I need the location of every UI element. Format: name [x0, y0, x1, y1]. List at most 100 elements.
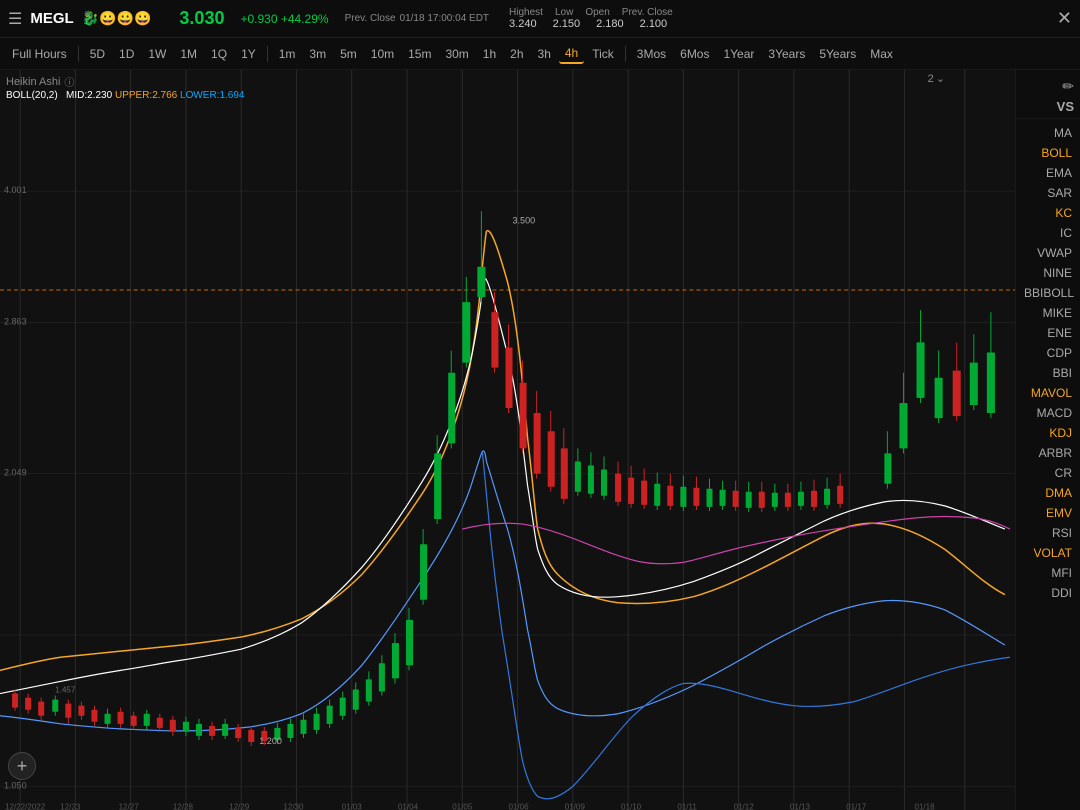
sidebar-item-ic[interactable]: IC: [1016, 223, 1080, 243]
toolbar: Full Hours 5D 1D 1W 1M 1Q 1Y 1m 3m 5m 10…: [0, 38, 1080, 70]
range-3years[interactable]: 3Years: [762, 45, 811, 63]
menu-icon[interactable]: ☰: [8, 9, 22, 29]
period-5d[interactable]: 5D: [84, 45, 111, 63]
interval-10m[interactable]: 10m: [365, 45, 400, 63]
svg-text:3.500: 3.500: [513, 215, 536, 225]
svg-text:12/29: 12/29: [229, 803, 250, 810]
svg-text:01/18: 01/18: [915, 803, 936, 810]
sidebar-item-rsi[interactable]: RSI: [1016, 523, 1080, 543]
sidebar-item-ma[interactable]: MA: [1016, 123, 1080, 143]
boll-indicator-label: BOLL(20,2): [6, 90, 63, 101]
ticker-emoji: 🐉😀😀😀: [82, 10, 152, 27]
add-chart-button[interactable]: +: [8, 752, 36, 780]
sidebar-item-ema[interactable]: EMA: [1016, 163, 1080, 183]
info-icon[interactable]: ⓘ: [64, 74, 74, 89]
sidebar-item-emv[interactable]: EMV: [1016, 503, 1080, 523]
price-change: +0.930 +44.29%: [240, 12, 328, 26]
svg-text:1.200: 1.200: [259, 736, 282, 746]
svg-text:01/05: 01/05: [452, 803, 473, 810]
interval-30m[interactable]: 30m: [439, 45, 474, 63]
main: Heikin Ashi ⓘ BOLL(20,2) MID:2.230 UPPER…: [0, 70, 1080, 810]
indicator-label: Heikin Ashi ⓘ: [6, 74, 74, 89]
svg-text:01/06: 01/06: [509, 803, 530, 810]
interval-2h[interactable]: 2h: [504, 45, 529, 63]
chart-area[interactable]: 4.001 2.863 2.049 1.050 3.500 1.200 1.45…: [0, 70, 1015, 810]
ticker-symbol: MEGL: [30, 10, 73, 27]
interval-tick[interactable]: Tick: [586, 45, 620, 63]
interval-3m[interactable]: 3m: [303, 45, 332, 63]
svg-text:4.001: 4.001: [4, 185, 27, 195]
interval-3h[interactable]: 3h: [532, 45, 557, 63]
range-1year[interactable]: 1Year: [717, 45, 760, 63]
sidebar-item-ddi[interactable]: DDI: [1016, 583, 1080, 603]
sidebar-item-cdp[interactable]: CDP: [1016, 343, 1080, 363]
svg-text:01/12: 01/12: [734, 803, 755, 810]
period-1y[interactable]: 1Y: [235, 45, 262, 63]
sidebar-item-volat[interactable]: VOLAT: [1016, 543, 1080, 563]
divider-1: [78, 46, 79, 62]
interval-15m[interactable]: 15m: [402, 45, 437, 63]
interval-5m[interactable]: 5m: [334, 45, 363, 63]
sidebar-item-bbiboll[interactable]: BBIBOLL: [1016, 283, 1080, 303]
header-left: ☰ MEGL 🐉😀😀😀 3.030 +0.930 +44.29% Prev. C…: [8, 7, 673, 30]
interval-1m[interactable]: 1m: [273, 45, 302, 63]
prev-close-time: 01/18 17:00:04 EDT: [400, 13, 490, 24]
svg-text:12/23: 12/23: [60, 803, 81, 810]
scale-button[interactable]: 2 ⌄: [928, 72, 945, 85]
sidebar-item-arbr[interactable]: ARBR: [1016, 443, 1080, 463]
right-sidebar: ✏ VS MA BOLL EMA SAR KC IC VWAP NINE BBI…: [1015, 70, 1080, 810]
close-icon[interactable]: ✕: [1057, 8, 1072, 29]
low-val: 2.150: [553, 18, 581, 30]
svg-text:01/10: 01/10: [621, 803, 642, 810]
svg-text:1.050: 1.050: [4, 780, 27, 790]
sidebar-item-mfi[interactable]: MFI: [1016, 563, 1080, 583]
svg-text:12/22/2022: 12/22/2022: [5, 803, 46, 810]
open-val: 2.180: [596, 18, 624, 30]
sidebar-item-boll[interactable]: BOLL: [1016, 143, 1080, 163]
divider-2: [267, 46, 268, 62]
range-6mos[interactable]: 6Mos: [674, 45, 715, 63]
highest-val: 3.240: [509, 18, 537, 30]
interval-4h[interactable]: 4h: [559, 44, 584, 64]
interval-1h[interactable]: 1h: [477, 45, 502, 63]
sidebar-item-kc[interactable]: KC: [1016, 203, 1080, 223]
period-1d[interactable]: 1D: [113, 45, 140, 63]
prev-close-label: Prev. Close: [345, 13, 396, 24]
heikin-ashi-label: Heikin Ashi: [6, 76, 60, 88]
sidebar-item-vwap[interactable]: VWAP: [1016, 243, 1080, 263]
svg-text:12/28: 12/28: [173, 803, 194, 810]
boll-mid-val: MID:2.230: [66, 90, 112, 101]
prev-close-info: Prev. Close 01/18 17:00:04 EDT: [345, 13, 489, 24]
range-3mos[interactable]: 3Mos: [631, 45, 672, 63]
svg-text:1.457: 1.457: [55, 686, 76, 695]
sidebar-item-macd[interactable]: MACD: [1016, 403, 1080, 423]
svg-text:2.863: 2.863: [4, 316, 27, 326]
sidebar-item-cr[interactable]: CR: [1016, 463, 1080, 483]
range-5years[interactable]: 5Years: [813, 45, 862, 63]
svg-text:01/09: 01/09: [565, 803, 586, 810]
boll-lower-val: LOWER:1.694: [180, 90, 244, 101]
period-1w[interactable]: 1W: [142, 45, 172, 63]
svg-text:01/04: 01/04: [398, 803, 419, 810]
sidebar-item-mike[interactable]: MIKE: [1016, 303, 1080, 323]
range-max[interactable]: Max: [864, 45, 899, 63]
boll-upper-val: UPPER:2.766: [115, 90, 177, 101]
ohlc-info: Highest Low Open Prev. Close 3.240 2.150…: [509, 7, 673, 30]
period-1q[interactable]: 1Q: [205, 45, 233, 63]
sidebar-item-ene[interactable]: ENE: [1016, 323, 1080, 343]
sidebar-item-nine[interactable]: NINE: [1016, 263, 1080, 283]
period-1m[interactable]: 1M: [174, 45, 203, 63]
sidebar-item-mavol[interactable]: MAVOL: [1016, 383, 1080, 403]
sidebar-item-bbi[interactable]: BBI: [1016, 363, 1080, 383]
sidebar-item-dma[interactable]: DMA: [1016, 483, 1080, 503]
sidebar-item-sar[interactable]: SAR: [1016, 183, 1080, 203]
prev-close-val: 2.100: [640, 18, 668, 30]
edit-icon[interactable]: ✏: [1062, 78, 1074, 95]
chart-container: Heikin Ashi ⓘ BOLL(20,2) MID:2.230 UPPER…: [0, 70, 1015, 810]
header: ☰ MEGL 🐉😀😀😀 3.030 +0.930 +44.29% Prev. C…: [0, 0, 1080, 38]
sidebar-item-kdj[interactable]: KDJ: [1016, 423, 1080, 443]
main-price: 3.030: [179, 8, 224, 29]
svg-text:01/17: 01/17: [846, 803, 867, 810]
vs-label[interactable]: VS: [1057, 99, 1074, 114]
full-hours-btn[interactable]: Full Hours: [6, 45, 73, 63]
